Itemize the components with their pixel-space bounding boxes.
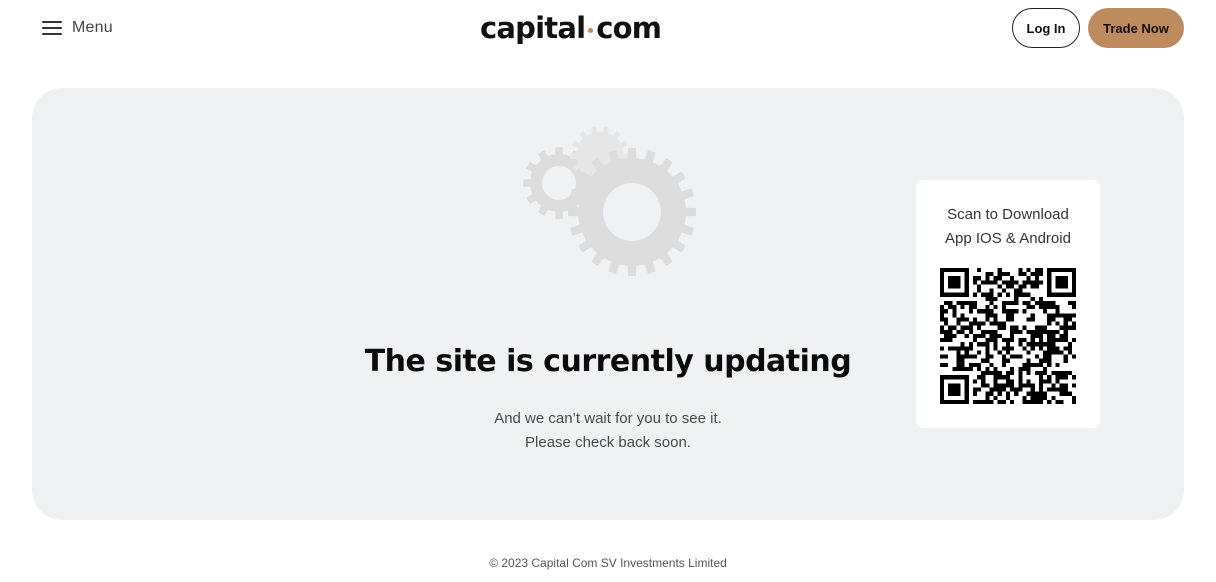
qr-caption-line-2: App IOS & Android (945, 230, 1071, 247)
login-button[interactable]: Log In (1012, 8, 1080, 48)
menu-button[interactable]: Menu (42, 14, 113, 42)
app-download-qr-code[interactable] (940, 268, 1076, 404)
logo-text-right: com (596, 11, 662, 45)
app-download-card: Scan to Download App IOS & Android (916, 180, 1100, 428)
menu-label: Menu (72, 19, 113, 36)
footer-copyright: © 2023 Capital Com SV Investments Limite… (489, 556, 727, 570)
subtitle-line-2: Please check back soon. (525, 434, 691, 451)
trade-now-button[interactable]: Trade Now (1088, 8, 1184, 48)
maintenance-panel: The site is currently updating And we ca… (32, 88, 1184, 520)
logo-text-left: capital (480, 11, 586, 45)
qr-caption-line-1: Scan to Download (947, 206, 1069, 223)
capital-com-logo[interactable]: capital com (480, 8, 662, 48)
logo-dot (588, 27, 594, 33)
gears-icon (523, 126, 696, 276)
site-header: Menu capital com Log In Trade Now (0, 0, 1216, 56)
hamburger-icon (42, 21, 62, 35)
